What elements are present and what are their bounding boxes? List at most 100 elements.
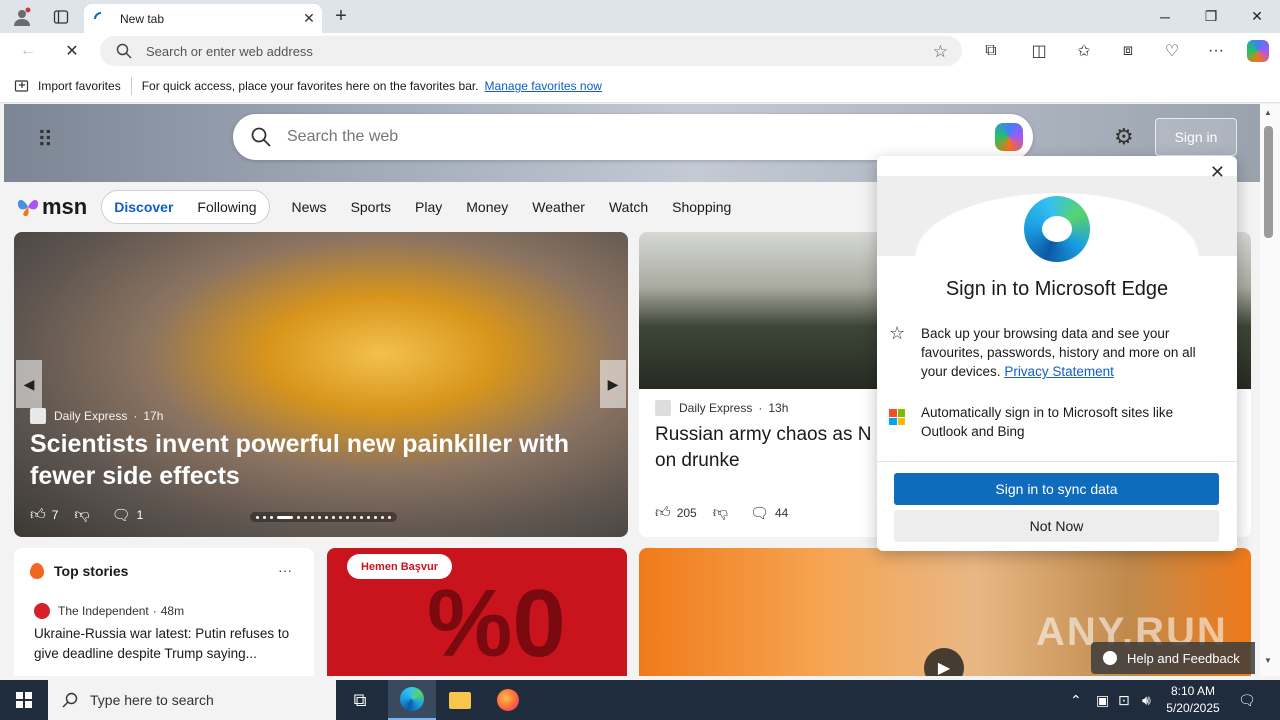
- favorite-star-icon[interactable]: ☆: [933, 42, 948, 62]
- import-icon: [14, 80, 29, 92]
- more-menu-icon[interactable]: ···: [1200, 37, 1232, 65]
- tab-actions-icon[interactable]: [48, 0, 74, 33]
- popup-title: Sign in to Microsoft Edge: [945, 278, 1169, 300]
- import-favorites-button[interactable]: Import favorites: [14, 78, 121, 94]
- story-headline[interactable]: Ukraine-Russia war latest: Putin refuses…: [34, 624, 302, 664]
- nav-play[interactable]: Play: [415, 199, 442, 215]
- nav-sports[interactable]: Sports: [351, 199, 391, 215]
- show-hidden-icons[interactable]: ⌃: [1070, 680, 1082, 720]
- network-icon[interactable]: ⊡: [1118, 680, 1130, 720]
- msn-wordmark: msn: [42, 194, 88, 219]
- carousel-next-icon[interactable]: ▶: [600, 360, 626, 408]
- nav-money[interactable]: Money: [466, 199, 508, 215]
- restore-icon[interactable]: ❐: [1188, 0, 1234, 33]
- daily-express-logo: [655, 400, 671, 416]
- web-search-box[interactable]: Search the web: [233, 114, 1033, 160]
- page-scrollbar[interactable]: ▲ ▼: [1260, 104, 1280, 676]
- profile-icon[interactable]: [8, 0, 36, 33]
- msn-logo[interactable]: msn: [16, 194, 87, 220]
- web-search-placeholder: Search the web: [287, 128, 399, 145]
- privacy-statement-link[interactable]: Privacy Statement: [1004, 364, 1114, 379]
- copilot-icon[interactable]: [1242, 37, 1274, 65]
- search-icon: [62, 692, 78, 708]
- nav-weather[interactable]: Weather: [532, 199, 585, 215]
- story-age: 48m: [160, 604, 185, 618]
- microsoft-logo-icon: [889, 403, 921, 441]
- comment-count: 44: [775, 506, 789, 520]
- sign-in-popup: ✕ Sign in to Microsoft Edge ☆ Back up yo…: [877, 156, 1237, 551]
- not-now-button[interactable]: Not Now: [894, 510, 1219, 542]
- close-icon[interactable]: ✕: [1210, 162, 1225, 183]
- start-button[interactable]: [0, 680, 48, 720]
- story-source: Daily Express · 13h: [655, 400, 788, 416]
- edge-logo: [1024, 196, 1090, 262]
- flame-icon: [30, 563, 44, 579]
- nav-shopping[interactable]: Shopping: [672, 199, 731, 215]
- the-independent-logo: [34, 603, 50, 619]
- minimize-icon[interactable]: ─: [1142, 0, 1188, 33]
- help-feedback-button[interactable]: Help and Feedback: [1091, 642, 1255, 674]
- task-view-icon[interactable]: ⧉: [336, 680, 384, 720]
- carousel-indicator[interactable]: [250, 512, 397, 522]
- manage-favorites-link[interactable]: Manage favorites now: [485, 79, 602, 93]
- story-source: The Independent · 48m: [34, 603, 184, 619]
- story-source: Daily Express · 17h: [30, 408, 163, 424]
- comment-icon: 🗨︎: [111, 507, 131, 524]
- address-bar[interactable]: Search or enter web address ☆: [100, 36, 962, 66]
- like-button[interactable]: 👍︎ 205: [655, 504, 697, 522]
- taskbar-clock[interactable]: 8:10 AM 5/20/2025: [1162, 683, 1224, 717]
- sign-in-sync-button[interactable]: Sign in to sync data: [894, 473, 1219, 505]
- divider: [877, 461, 1237, 462]
- source-name: The Independent: [58, 604, 149, 618]
- split-screen-icon[interactable]: ◫: [1023, 37, 1055, 65]
- thumbs-down-icon: 👎︎: [712, 504, 728, 521]
- comment-button[interactable]: 🗨︎ 1: [112, 506, 144, 524]
- carousel-prev-icon[interactable]: ◀: [16, 360, 42, 408]
- windows-logo-icon: [16, 692, 32, 708]
- browser-essentials-icon[interactable]: ♡: [1156, 37, 1188, 65]
- copilot-icon[interactable]: [995, 123, 1023, 151]
- nav-watch[interactable]: Watch: [609, 199, 648, 215]
- backup-row: ☆ Back up your browsing data and see you…: [889, 324, 1221, 381]
- sign-in-button[interactable]: Sign in: [1155, 118, 1237, 156]
- settings-gear-icon[interactable]: ⚙: [1114, 124, 1134, 150]
- volume-icon[interactable]: 🔊︎: [1142, 680, 1151, 720]
- nav-news[interactable]: News: [292, 199, 327, 215]
- search-icon: [251, 127, 271, 147]
- comment-button[interactable]: 🗨︎ 44: [750, 504, 788, 522]
- scroll-down-icon[interactable]: ▼: [1264, 656, 1272, 665]
- new-tab-icon[interactable]: +: [330, 0, 352, 33]
- scroll-thumb[interactable]: [1264, 126, 1273, 238]
- like-count: 205: [676, 506, 697, 520]
- tab-discover[interactable]: Discover: [114, 199, 173, 215]
- ad-card[interactable]: Hemen Başvur %0: [327, 548, 627, 676]
- apps-launcher-icon[interactable]: ⠿: [37, 127, 53, 153]
- favorites-icon[interactable]: ✩: [1068, 37, 1100, 65]
- collections-icon[interactable]: ⧈: [1112, 37, 1144, 65]
- dislike-button[interactable]: 👎︎: [713, 504, 734, 522]
- tab-following[interactable]: Following: [197, 199, 256, 215]
- divider: [130, 77, 132, 95]
- scroll-up-icon[interactable]: ▲: [1264, 108, 1272, 117]
- story-headline[interactable]: Scientists invent powerful new painkille…: [30, 428, 610, 492]
- extensions-icon[interactable]: ⧉: [975, 37, 1007, 65]
- more-options-icon[interactable]: ···: [278, 562, 292, 578]
- firefox-icon[interactable]: [484, 680, 532, 720]
- taskbar-search[interactable]: Type here to search: [48, 680, 336, 720]
- device-icon[interactable]: ▣: [1096, 680, 1109, 720]
- favorites-hint: For quick access, place your favorites h…: [141, 79, 479, 93]
- notifications-icon[interactable]: 🗨︎: [1238, 680, 1256, 720]
- star-icon: ☆: [889, 323, 906, 343]
- edge-taskbar-icon[interactable]: [388, 680, 436, 720]
- top-stories-title: Top stories: [54, 563, 129, 579]
- featured-story-card[interactable]: ◀ ▶ Daily Express · 17h Scientists inven…: [14, 232, 628, 537]
- stop-loading-icon[interactable]: ✕: [56, 37, 88, 65]
- play-icon[interactable]: ▶: [924, 648, 964, 676]
- tab-new-tab[interactable]: New tab ✕: [84, 4, 322, 33]
- like-button[interactable]: 👍︎ 7: [30, 506, 58, 524]
- close-tab-icon[interactable]: ✕: [296, 10, 322, 27]
- file-explorer-icon[interactable]: [436, 680, 484, 720]
- dislike-button[interactable]: 👎︎: [74, 506, 95, 524]
- back-icon[interactable]: ←: [12, 37, 44, 65]
- close-window-icon[interactable]: ✕: [1234, 0, 1280, 33]
